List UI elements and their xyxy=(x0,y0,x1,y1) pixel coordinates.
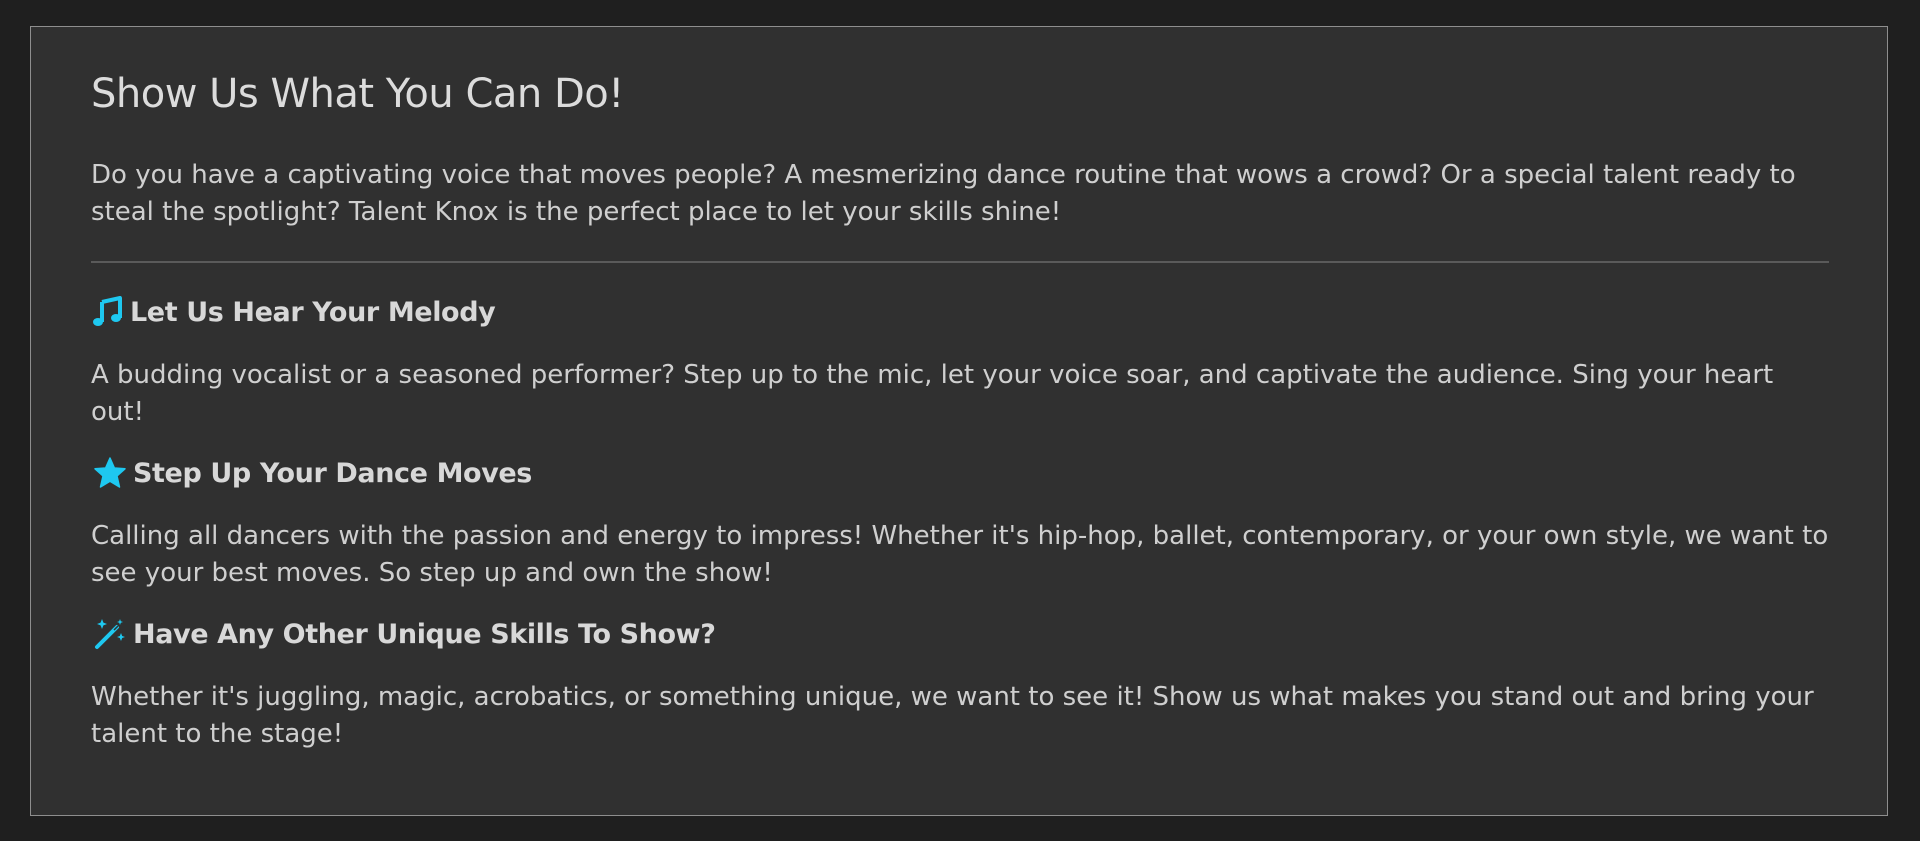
magic-wand-icon xyxy=(91,617,129,651)
section-body-unique-skills: Whether it's juggling, magic, acrobatics… xyxy=(91,682,1814,749)
intro-paragraph: Do you have a captivating voice that mov… xyxy=(91,160,1796,227)
star-icon xyxy=(91,456,129,490)
divider xyxy=(91,261,1829,263)
section-heading-label: Step Up Your Dance Moves xyxy=(133,457,532,489)
section-body-melody: A budding vocalist or a seasoned perform… xyxy=(91,360,1774,427)
section-heading-unique-skills: Have Any Other Unique Skills To Show? xyxy=(91,617,716,651)
section-heading-melody: Let Us Hear Your Melody xyxy=(91,295,496,329)
page-title: Show Us What You Can Do! xyxy=(91,71,624,117)
talent-card: Show Us What You Can Do! Do you have a c… xyxy=(30,26,1888,816)
section-body-dance: Calling all dancers with the passion and… xyxy=(91,521,1829,588)
section-heading-label: Have Any Other Unique Skills To Show? xyxy=(133,618,716,650)
section-heading-label: Let Us Hear Your Melody xyxy=(130,296,496,328)
music-note-icon xyxy=(91,295,125,329)
section-heading-dance: Step Up Your Dance Moves xyxy=(91,456,532,490)
